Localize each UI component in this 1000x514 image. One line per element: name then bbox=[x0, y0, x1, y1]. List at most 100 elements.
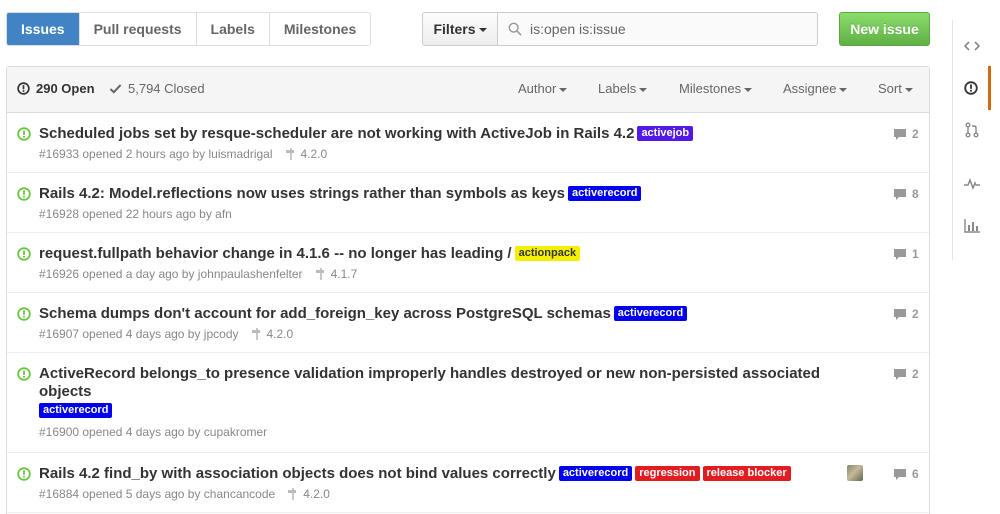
milestone-icon bbox=[285, 148, 294, 160]
issue-title-link[interactable]: Rails 4.2 find_by with association objec… bbox=[39, 465, 556, 482]
issue-meta-text: #16928 opened 22 hours ago by afn bbox=[39, 207, 232, 221]
nav-pull-requests[interactable] bbox=[953, 108, 991, 152]
git-pull-request-icon bbox=[965, 122, 979, 138]
issue-opened-icon bbox=[17, 127, 31, 141]
issue-title-link[interactable]: Schema dumps don't account for add_forei… bbox=[39, 305, 611, 322]
subnav-pull-requests[interactable]: Pull requests bbox=[78, 13, 196, 45]
code-icon bbox=[964, 41, 980, 51]
label-activerecord[interactable]: activerecord bbox=[39, 403, 113, 418]
issue-title-link[interactable]: Scheduled jobs set by resque-scheduler a… bbox=[39, 125, 634, 142]
comment-icon bbox=[894, 468, 906, 480]
issue-meta: #16928 opened 22 hours ago by afn bbox=[39, 207, 232, 221]
issue-meta: #16900 opened 4 days ago by cupakromer bbox=[39, 425, 267, 439]
issue-title-link[interactable]: ActiveRecord belongs_to presence validat… bbox=[39, 365, 820, 400]
issues-list: 290 Open 5,794 Closed Author Labels Mile… bbox=[6, 66, 930, 514]
labels-filter[interactable]: Labels bbox=[598, 81, 648, 96]
milestone-icon bbox=[288, 488, 297, 500]
comment-count: 2 bbox=[912, 127, 919, 141]
label-activerecord[interactable]: activerecord bbox=[613, 306, 688, 321]
issue-meta-text: #16900 opened 4 days ago by cupakromer bbox=[39, 425, 268, 439]
open-issues-filter[interactable]: 290 Open bbox=[17, 81, 95, 96]
milestone-link[interactable]: 4.1.7 bbox=[315, 267, 358, 281]
open-count: 290 Open bbox=[36, 81, 95, 96]
issue-opened-icon bbox=[963, 81, 978, 95]
comments-link[interactable]: 2 bbox=[893, 307, 919, 321]
issue-meta: #16884 opened 5 days ago by chancancode 4… bbox=[39, 487, 330, 501]
milestone-icon bbox=[251, 328, 260, 340]
search-input[interactable] bbox=[530, 13, 810, 45]
issue-row: Rails 4.2: Model.reflections now uses st… bbox=[7, 173, 929, 233]
issue-opened-icon bbox=[17, 82, 30, 95]
label-release-blocker[interactable]: release blocker bbox=[702, 466, 791, 481]
nav-issues[interactable] bbox=[953, 66, 991, 110]
issue-row: Rails 4.2 find_by with association objec… bbox=[7, 453, 929, 513]
nav-graphs[interactable] bbox=[953, 204, 991, 248]
milestone-label: 4.2.0 bbox=[266, 327, 294, 341]
issue-row: Schema dumps don't account for add_forei… bbox=[7, 293, 929, 353]
search-icon bbox=[508, 22, 522, 36]
comment-icon bbox=[894, 308, 906, 320]
chevron-down-icon bbox=[904, 87, 913, 92]
comments-link[interactable]: 6 bbox=[893, 467, 919, 481]
issue-opened-icon bbox=[17, 367, 31, 381]
comments-link[interactable]: 1 bbox=[893, 247, 919, 261]
issues-table-header: 290 Open 5,794 Closed Author Labels Mile… bbox=[7, 67, 929, 113]
issue-row: Scheduled jobs set by resque-scheduler a… bbox=[7, 113, 929, 173]
issues-subnav: Issues Pull requests Labels Milestones bbox=[6, 12, 372, 46]
comment-icon bbox=[894, 368, 906, 380]
issue-meta-text: #16933 opened 2 hours ago by luismadriga… bbox=[39, 147, 273, 161]
sort-dropdown[interactable]: Sort bbox=[878, 81, 913, 96]
issue-meta: #16907 opened 4 days ago by jpcody 4.2.0 bbox=[39, 327, 293, 341]
assignee-filter[interactable]: Assignee bbox=[783, 81, 848, 96]
comment-icon bbox=[894, 188, 906, 200]
subnav-labels[interactable]: Labels bbox=[195, 13, 269, 45]
label-activerecord[interactable]: activerecord bbox=[558, 466, 633, 481]
subnav-issues[interactable]: Issues bbox=[7, 13, 79, 45]
comment-count: 6 bbox=[912, 467, 919, 481]
issue-title-link[interactable]: request.fullpath behavior change in 4.1.… bbox=[39, 245, 512, 262]
author-filter-label: Author bbox=[518, 81, 557, 96]
milestones-filter[interactable]: Milestones bbox=[679, 81, 753, 96]
milestone-link[interactable]: 4.2.0 bbox=[287, 487, 330, 501]
issue-opened-icon bbox=[17, 187, 31, 201]
label-actionpack[interactable]: actionpack bbox=[514, 246, 581, 261]
assignee-avatar[interactable] bbox=[847, 465, 863, 481]
issue-row: request.fullpath behavior change in 4.1.… bbox=[7, 233, 929, 293]
sort-label: Sort bbox=[878, 81, 902, 96]
labels-filter-label: Labels bbox=[598, 81, 637, 96]
milestone-label: 4.2.0 bbox=[303, 487, 330, 501]
chevron-down-icon bbox=[744, 87, 753, 92]
milestone-label: 4.1.7 bbox=[330, 267, 358, 281]
milestone-label: 4.2.0 bbox=[300, 147, 328, 161]
issue-opened-icon bbox=[17, 307, 31, 321]
issue-title-link[interactable]: Rails 4.2: Model.reflections now uses st… bbox=[39, 185, 565, 202]
label-regression[interactable]: regression bbox=[635, 466, 700, 481]
comments-link[interactable]: 8 bbox=[893, 187, 919, 201]
issue-meta-text: #16907 opened 4 days ago by jpcody bbox=[39, 327, 239, 341]
milestones-filter-label: Milestones bbox=[679, 81, 742, 96]
filters-dropdown[interactable]: Filters bbox=[422, 12, 498, 46]
nav-code[interactable] bbox=[953, 24, 991, 68]
pulse-icon bbox=[964, 178, 980, 190]
comment-count: 2 bbox=[912, 307, 919, 321]
comments-link[interactable]: 2 bbox=[893, 127, 919, 141]
issue-title-line: Schema dumps don't account for add_forei… bbox=[39, 305, 839, 323]
issue-row: ActiveRecord belongs_to presence validat… bbox=[7, 353, 929, 453]
comment-icon bbox=[894, 128, 906, 140]
issue-opened-icon bbox=[17, 467, 31, 481]
author-filter[interactable]: Author bbox=[518, 81, 568, 96]
milestone-link[interactable]: 4.2.0 bbox=[251, 327, 294, 341]
new-issue-button[interactable]: New issue bbox=[839, 12, 930, 46]
label-activerecord[interactable]: activerecord bbox=[568, 186, 642, 201]
nav-pulse[interactable] bbox=[953, 162, 991, 206]
check-icon bbox=[109, 84, 122, 94]
comments-link[interactable]: 2 bbox=[893, 367, 919, 381]
issue-title-line: request.fullpath behavior change in 4.1.… bbox=[39, 245, 839, 263]
filters-label: Filters bbox=[433, 21, 476, 37]
label-activejob[interactable]: activejob bbox=[637, 126, 694, 141]
subnav-milestones[interactable]: Milestones bbox=[268, 13, 371, 45]
milestone-link[interactable]: 4.2.0 bbox=[285, 147, 328, 161]
issue-opened-icon bbox=[17, 247, 31, 261]
closed-issues-filter[interactable]: 5,794 Closed bbox=[109, 81, 205, 96]
issue-title-line: Scheduled jobs set by resque-scheduler a… bbox=[39, 125, 839, 143]
